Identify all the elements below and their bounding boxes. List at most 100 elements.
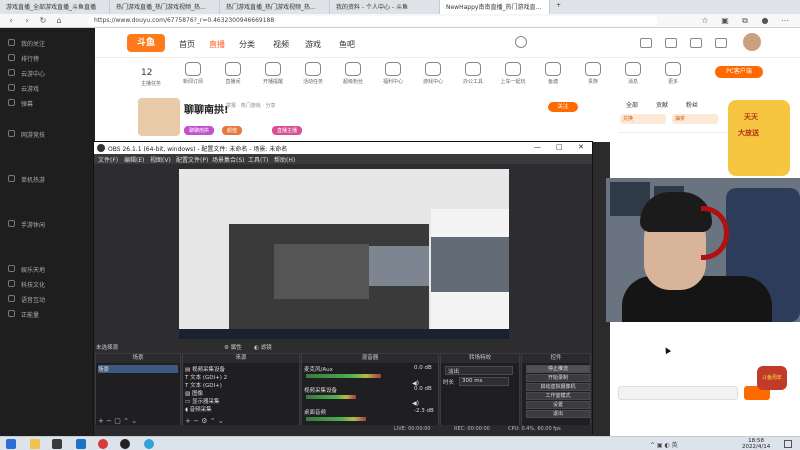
chat-input[interactable] (618, 386, 738, 400)
nav-link[interactable]: 分类 (239, 39, 255, 50)
gift-item[interactable]: 兑换 (620, 114, 666, 124)
down-icon[interactable]: ⌄ (218, 417, 224, 425)
nav-link[interactable]: 视频 (273, 39, 289, 50)
sidebar-item[interactable]: 娱乐天地 (0, 262, 95, 277)
follow-button[interactable]: 关注 (548, 102, 578, 112)
browser-tab-active[interactable]: NewHappy南南直播_热门游戏直... (440, 0, 550, 14)
nav-link[interactable]: 游戏 (305, 39, 321, 50)
tray-icons[interactable]: ^ ▣ ◐ 英 (650, 440, 678, 449)
sidebar-item[interactable]: 云游中心 (0, 66, 95, 81)
browser-tab[interactable]: 热门游戏直播_热门游戏视频_热... (220, 0, 330, 14)
function-item[interactable]: 上车一起玩 (491, 62, 535, 85)
obs-icon[interactable] (120, 439, 130, 449)
promo-banner[interactable]: 天天 大放送 (728, 100, 790, 176)
studio-mode-button[interactable]: 工作室模式 (526, 392, 590, 400)
avatar[interactable] (743, 33, 761, 51)
edge-icon[interactable] (144, 439, 154, 449)
filters-button[interactable]: ◐ 滤镜 (254, 343, 272, 351)
chat-tab[interactable]: 粉丝 (686, 100, 698, 109)
source-item[interactable]: T 文本 (GDI+) (185, 381, 222, 389)
function-item[interactable]: 更多 (651, 62, 695, 85)
filter-icon[interactable]: ▢ (114, 417, 121, 425)
favorites-icon[interactable]: ☆ (700, 16, 710, 26)
netease-music-icon[interactable] (98, 439, 108, 449)
new-tab-button[interactable]: + (550, 0, 570, 14)
speaker-icon[interactable]: ◀) (412, 400, 419, 407)
up-icon[interactable]: ⌃ (123, 417, 129, 425)
browser-tab[interactable]: 热门游戏直播_热门游戏视频_热... (110, 0, 220, 14)
notification-icon[interactable] (784, 440, 792, 448)
anchor-avatar[interactable] (138, 98, 180, 136)
profile-icon[interactable]: ● (760, 16, 770, 26)
collections-icon[interactable]: ▣ (720, 16, 730, 26)
add-icon[interactable]: + (98, 417, 104, 425)
extensions-icon[interactable]: ⧉ (740, 16, 750, 26)
menu-item[interactable]: 帮助(H) (274, 155, 295, 164)
function-item[interactable]: 办公工具 (451, 62, 495, 85)
browser-tab[interactable]: 我的资料 - 个人中心 - 斗鱼 (330, 0, 440, 14)
source-item[interactable]: T 文本 (GDI+) 2 (185, 373, 227, 381)
exit-button[interactable]: 退出 (526, 410, 590, 418)
menu-item[interactable]: 视图(V) (150, 155, 171, 164)
virtual-camera-button[interactable]: 启动虚拟摄像机 (526, 383, 590, 391)
settings-button[interactable]: 设置 (526, 401, 590, 409)
function-item[interactable]: 新闻订阅 (171, 62, 215, 85)
nav-link[interactable]: 首页 (179, 39, 195, 50)
app-icon[interactable] (52, 439, 62, 449)
site-logo[interactable]: 斗鱼 (127, 34, 165, 52)
menu-item[interactable]: 配置文件(P) (176, 155, 208, 164)
source-item[interactable]: ◖ 音频采集 (185, 405, 212, 413)
function-item[interactable]: 开播提醒 (251, 62, 295, 85)
room-tag[interactable]: 颜值 (222, 126, 243, 135)
sidebar-item[interactable]: 语音互动 (0, 292, 95, 307)
menu-item[interactable]: 工具(T) (248, 155, 268, 164)
start-recording-button[interactable]: 开始录制 (526, 374, 590, 382)
url-field[interactable]: https://www.douyu.com/6775876?_r=0.46323… (88, 16, 658, 26)
refresh-icon[interactable]: ↻ (38, 16, 48, 26)
pc-client-button[interactable]: PC客户端 (715, 66, 763, 78)
chat-tab[interactable]: 贡献 (656, 100, 668, 109)
back-icon[interactable]: ‹ (6, 16, 16, 26)
sidebar-item[interactable]: 手游休闲 (0, 217, 95, 232)
obs-preview[interactable] (179, 169, 509, 339)
function-item[interactable]: 贵族 (571, 62, 615, 85)
clock[interactable]: 18:58 2022/4/14 (742, 438, 770, 450)
duration-input[interactable]: 300 ms (459, 377, 509, 386)
down-icon[interactable]: ⌄ (131, 417, 137, 425)
follow-icon[interactable] (665, 38, 677, 48)
menu-item[interactable]: 场景集合(S) (212, 155, 245, 164)
function-item[interactable]: 福利中心 (371, 62, 415, 85)
sidebar-item[interactable]: 排行榜 (0, 51, 95, 66)
properties-button[interactable]: ⚙ 属性 (224, 343, 242, 351)
browser-tab[interactable]: 游戏直播_全部游戏直播_斗鱼直播 (0, 0, 110, 14)
transition-select[interactable]: 淡出 (445, 366, 513, 375)
anniversary-mascot[interactable]: 斗鱼周年 (757, 366, 787, 390)
gear-icon[interactable]: ⚙ (201, 417, 207, 425)
up-icon[interactable]: ⌃ (210, 417, 216, 425)
function-item[interactable]: 消息 (611, 62, 655, 85)
sidebar-item[interactable]: 单机热游 (0, 172, 95, 187)
maximize-button[interactable]: □ (556, 143, 563, 151)
scene-item[interactable]: 场景 (98, 365, 178, 373)
function-item[interactable]: 活动任务 (291, 62, 335, 85)
stop-streaming-button[interactable]: 停止推流 (526, 365, 590, 373)
steam-icon[interactable] (76, 439, 86, 449)
function-item[interactable]: 游戏中心 (411, 62, 455, 85)
menu-item[interactable]: 编辑(E) (124, 155, 144, 164)
function-item[interactable]: 超级粉丝 (331, 62, 375, 85)
sidebar-item[interactable]: 云游戏 (0, 81, 95, 96)
function-item[interactable]: 主播任务 (129, 80, 173, 87)
gift-item[interactable]: 抽奖 (672, 114, 718, 124)
room-tag[interactable]: 聊聊南拱 (184, 126, 215, 135)
sidebar-item[interactable]: 我的关注 (0, 36, 95, 51)
message-icon[interactable] (715, 38, 727, 48)
download-icon[interactable] (690, 38, 702, 48)
forward-icon[interactable]: › (22, 16, 32, 26)
sidebar-item[interactable]: 弹幕 (0, 96, 95, 111)
search-icon[interactable] (515, 36, 527, 48)
menu-icon[interactable]: ⋯ (780, 16, 790, 26)
nav-link[interactable]: 直播 (209, 39, 225, 50)
remove-icon[interactable]: − (193, 417, 199, 425)
file-explorer-icon[interactable] (30, 439, 40, 449)
nav-link[interactable]: 鱼吧 (339, 39, 355, 50)
